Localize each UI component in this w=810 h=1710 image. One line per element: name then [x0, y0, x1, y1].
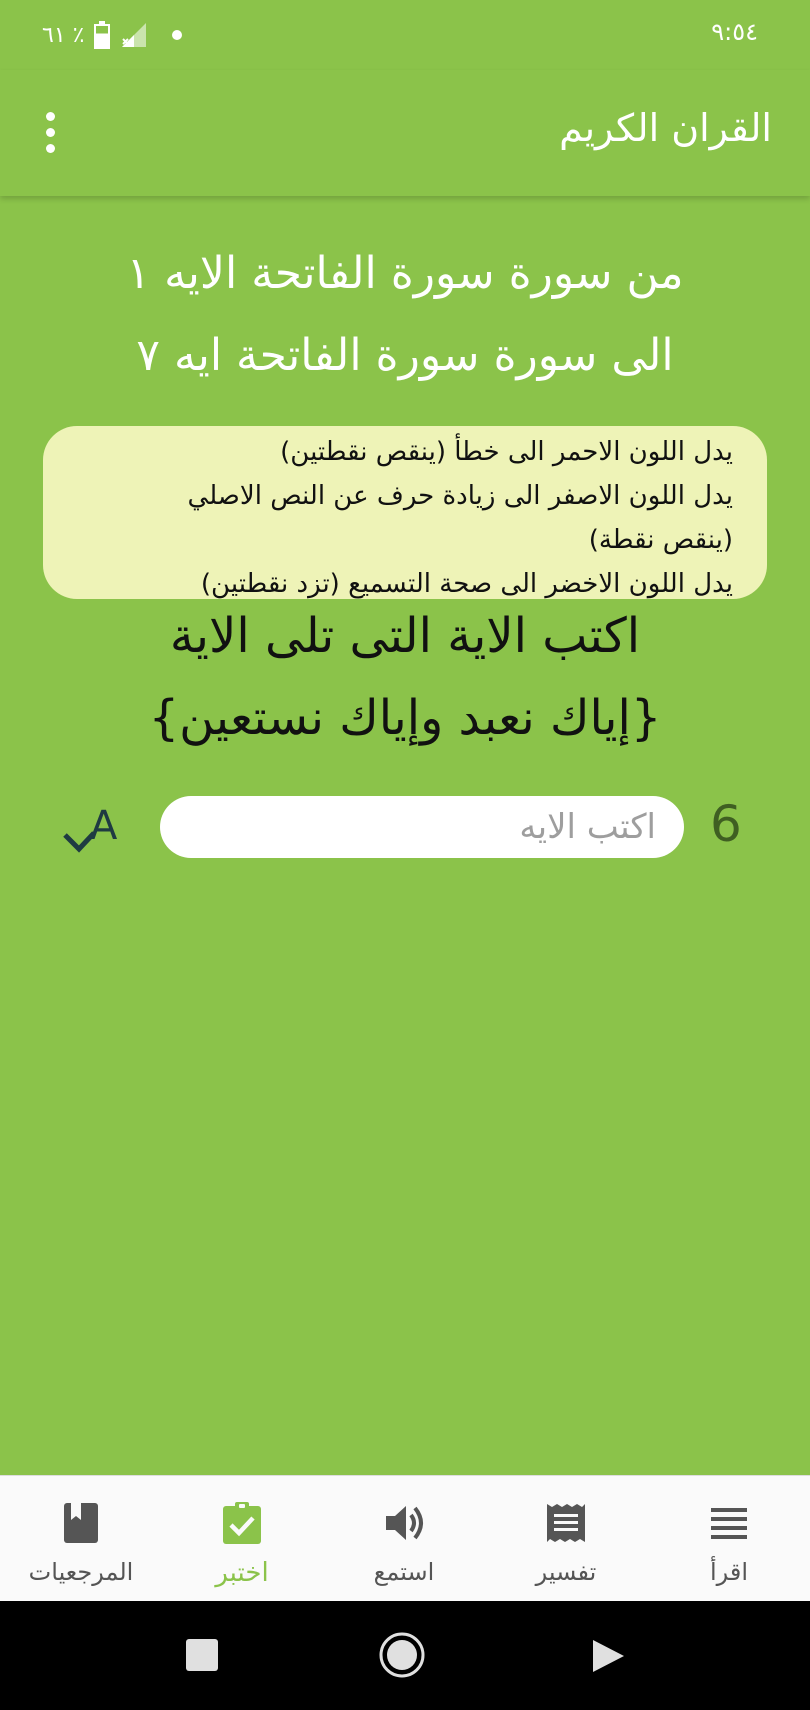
battery-icon	[94, 21, 111, 49]
question-instruction: اكتب الاية التى تلى الاية	[169, 608, 641, 664]
nav-tafsir-label: تفسير	[535, 1558, 597, 1586]
color-legend: يدل اللون الاحمر الى خطأ (ينقص نقطتين) ي…	[43, 426, 767, 599]
legend-yellow-penalty: (ينقص نقطة)	[588, 525, 733, 555]
more-options-button[interactable]	[30, 106, 70, 158]
verse-answer-input[interactable]	[160, 796, 684, 858]
question-verse: {إياك نعبد وإياك نستعين}	[148, 690, 662, 746]
nav-read-label: اقرأ	[709, 1558, 749, 1586]
app-bar: القران الكريم	[0, 70, 810, 196]
app-title: القران الكريم	[559, 106, 772, 150]
battery-percent: ٦١ ٪	[42, 22, 85, 48]
nav-listen[interactable]: استمع	[323, 1476, 485, 1602]
status-time: ٩:٥٤	[711, 18, 758, 46]
back-button[interactable]	[590, 1638, 626, 1674]
nav-read[interactable]: اقرأ	[648, 1476, 810, 1602]
status-bar: ٦١ ٪ ٩:٥٤	[0, 0, 810, 70]
legend-red: يدل اللون الاحمر الى خطأ (ينقص نقطتين)	[280, 437, 733, 467]
receipt-icon	[547, 1504, 585, 1542]
svg-text:A: A	[90, 803, 118, 849]
nav-test-label: اختبر	[215, 1558, 269, 1588]
status-icons: ٦١ ٪	[42, 18, 183, 52]
nav-test[interactable]: اختبر	[161, 1476, 323, 1602]
list-icon	[711, 1508, 747, 1539]
nav-references[interactable]: المرجعيات	[0, 1476, 162, 1602]
nav-references-label: المرجعيات	[28, 1558, 134, 1586]
system-nav-bar	[0, 1601, 810, 1710]
bottom-nav: اقرأ تفسير استمع اختبر المرجعيات	[0, 1475, 810, 1602]
legend-yellow: يدل اللون الاصفر الى زيادة حرف عن النص ا…	[187, 481, 733, 511]
notification-dot-icon	[172, 30, 183, 40]
legend-green: يدل اللون الاخضر الى صحة التسميع (تزد نق…	[200, 569, 733, 599]
volume-icon	[386, 1506, 423, 1540]
range-start: من سورة سورة الفاتحة الايه ١	[126, 248, 684, 299]
range-end: الى سورة سورة الفاتحة ايه ٧	[136, 330, 674, 381]
check-answer-button[interactable]: A	[62, 803, 132, 863]
recent-apps-button[interactable]	[186, 1639, 218, 1671]
home-button[interactable]	[379, 1632, 425, 1678]
nav-listen-label: استمع	[373, 1558, 435, 1586]
book-icon	[64, 1503, 98, 1543]
verse-number: 6	[710, 795, 742, 853]
nav-tafsir[interactable]: تفسير	[485, 1476, 647, 1602]
assignment-check-icon	[223, 1502, 261, 1544]
more-vert-icon	[45, 111, 55, 121]
signal-icon	[122, 23, 147, 47]
spellcheck-icon: A	[63, 803, 118, 853]
